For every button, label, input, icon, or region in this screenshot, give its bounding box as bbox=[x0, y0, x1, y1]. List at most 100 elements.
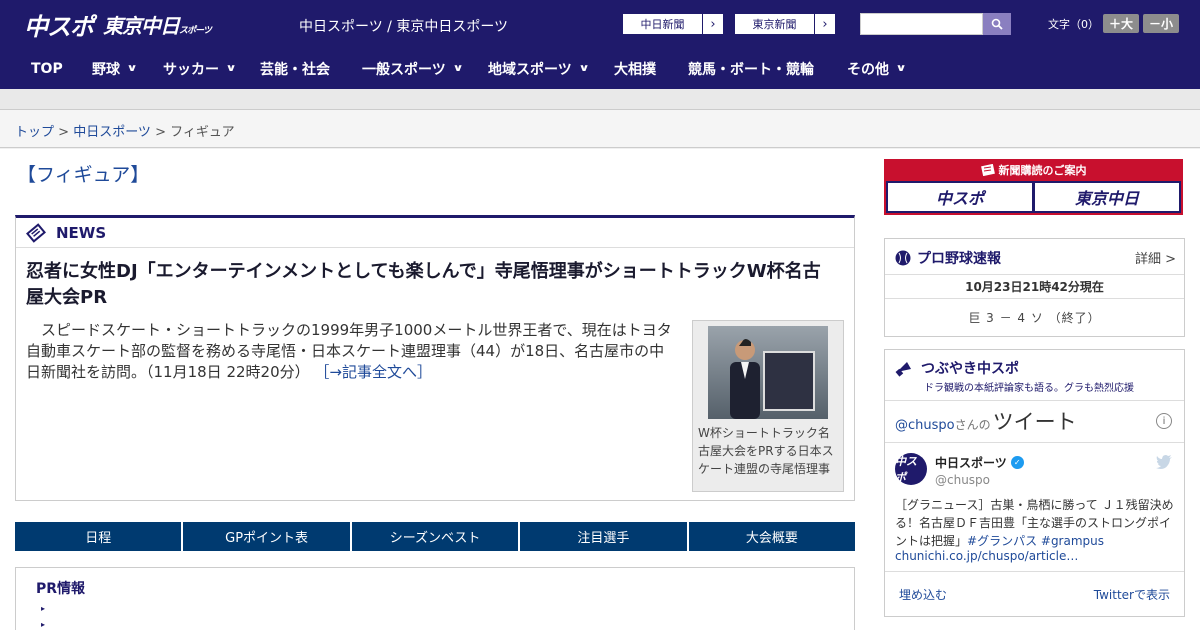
search-input[interactable] bbox=[860, 13, 983, 35]
chevron-down-icon: ∨ bbox=[126, 63, 138, 74]
font-size-label: 文字（0） bbox=[1048, 17, 1099, 31]
nav-label: 一般スポーツ bbox=[362, 61, 446, 78]
nav-item-other[interactable]: その他 ∨ bbox=[847, 48, 907, 89]
breadcrumb-section-link[interactable]: 中日スポーツ bbox=[73, 125, 151, 140]
baseball-detail-link[interactable]: 詳細 > bbox=[1135, 248, 1176, 267]
news-label: NEWS bbox=[56, 223, 107, 242]
nav-label: その他 bbox=[847, 61, 889, 78]
twitter-widget-title-label: つぶやき中スポ bbox=[921, 361, 1019, 377]
nav-item-soccer[interactable]: サッカー ∨ bbox=[163, 48, 237, 89]
twitter-bird-icon[interactable] bbox=[1156, 455, 1172, 469]
pr-title: PR情報 bbox=[36, 581, 86, 597]
tab-gp-points[interactable]: GPポイント表 bbox=[183, 522, 350, 551]
site-title: 中日スポーツ / 東京中日スポーツ bbox=[299, 19, 509, 35]
page-title: 【フィギュア】 bbox=[17, 164, 150, 186]
chevron-down-icon: ∨ bbox=[225, 63, 237, 74]
nav-item-racing[interactable]: 競馬・ボート・競輪 bbox=[688, 48, 814, 89]
nav-label: TOP bbox=[31, 60, 63, 77]
tokyo-newspaper-label: 東京新聞 bbox=[735, 14, 815, 34]
nav-label: サッカー bbox=[163, 61, 219, 78]
divider bbox=[885, 442, 1184, 443]
tweets-heading-label: ツイート bbox=[992, 410, 1077, 434]
tab-season-best[interactable]: シーズンベスト bbox=[351, 522, 519, 551]
search-form bbox=[860, 13, 1011, 35]
twitter-widget-header: つぶやき中スポ ドラ観戦の本紙評論家も語る。グラも熱烈応援 bbox=[895, 358, 1134, 394]
nav-item-entertainment[interactable]: 芸能・社会 bbox=[260, 48, 330, 89]
event-poster bbox=[763, 351, 815, 411]
baseball-score[interactable]: 巨 3 － 4 ソ （終了） bbox=[885, 299, 1184, 335]
site-header: 中スポ 東京中日スポーツ 中日スポーツ / 東京中日スポーツ 中日新聞 › 東京… bbox=[0, 0, 1200, 48]
nav-label: 競馬・ボート・競輪 bbox=[688, 61, 814, 78]
avatar[interactable]: 中スポ bbox=[895, 453, 927, 485]
baseball-scoreboard: プロ野球速報 詳細 > 10月23日21時42分現在 巨 3 － 4 ソ （終了… bbox=[884, 238, 1185, 337]
info-icon[interactable]: i bbox=[1156, 413, 1172, 429]
search-button[interactable] bbox=[983, 13, 1011, 35]
tab-event-overview[interactable]: 大会概要 bbox=[688, 522, 856, 551]
breadcrumb-separator: > bbox=[150, 125, 171, 140]
chevron-right-icon: › bbox=[710, 16, 716, 32]
news-photo-card: W杯ショートトラック名古屋大会をPRする日本スケート連盟の寺尾悟理事 bbox=[692, 320, 844, 492]
font-smaller-button[interactable]: －小 bbox=[1143, 14, 1180, 33]
divider bbox=[885, 400, 1184, 401]
twitter-handle-link[interactable]: @chuspo bbox=[895, 418, 955, 433]
tweets-heading: @chuspo さんの ツイート bbox=[895, 406, 1077, 436]
tweet-account-name[interactable]: 中日スポーツ ✓ bbox=[935, 454, 1024, 471]
font-bigger-button[interactable]: ＋大 bbox=[1103, 14, 1140, 33]
baseball-title-label: プロ野球速報 bbox=[917, 251, 1001, 267]
news-section: NEWS 忍者に女性DJ「エンターテインメントとしても楽しんで」寺尾悟理事がショ… bbox=[15, 215, 855, 501]
nav-item-baseball[interactable]: 野球 ∨ bbox=[92, 48, 138, 89]
chunichi-newspaper-label: 中日新聞 bbox=[623, 14, 703, 34]
nav-label: 地域スポーツ bbox=[488, 61, 572, 78]
nav-spacer bbox=[0, 89, 1200, 110]
tweet-account-handle[interactable]: @chuspo bbox=[935, 473, 990, 487]
logo-tokyo-chunichi: 東京中日スポーツ bbox=[103, 13, 212, 38]
verified-icon: ✓ bbox=[1010, 456, 1024, 469]
breadcrumb: トップ > 中日スポーツ > フィギュア bbox=[15, 121, 235, 140]
news-headline[interactable]: 忍者に女性DJ「エンターテインメントとしても楽しんで」寺尾悟理事がショートトラッ… bbox=[26, 259, 836, 311]
photo-caption: W杯ショートトラック名古屋大会をPRする日本スケート連盟の寺尾悟理事 bbox=[698, 426, 834, 476]
nav-label: 芸能・社会 bbox=[260, 61, 330, 78]
person-figure bbox=[730, 339, 760, 419]
chevron-down-icon: ∨ bbox=[452, 63, 464, 74]
baseball-timestamp: 10月23日21時42分現在 bbox=[885, 275, 1184, 299]
news-photo[interactable] bbox=[708, 326, 828, 419]
tokyo-newspaper-button[interactable]: 東京新聞 › bbox=[734, 13, 836, 35]
nav-item-general-sports[interactable]: 一般スポーツ ∨ bbox=[362, 48, 464, 89]
tweet-link[interactable]: chunichi.co.jp/chuspo/article… bbox=[895, 549, 1078, 563]
section-tabs: 日程 GPポイント表 シーズンベスト 注目選手 大会概要 bbox=[15, 522, 856, 551]
subscription-logos: 中スポ 東京中日 bbox=[886, 181, 1181, 213]
breadcrumb-separator: > bbox=[54, 125, 74, 140]
newspaper-icon bbox=[26, 222, 46, 243]
view-on-twitter-link[interactable]: Twitterで表示 bbox=[1094, 586, 1170, 603]
site-logo[interactable]: 中スポ 東京中日スポーツ bbox=[24, 9, 212, 41]
tab-featured-players[interactable]: 注目選手 bbox=[520, 522, 687, 551]
account-name-label: 中日スポーツ bbox=[935, 456, 1007, 470]
megaphone-icon bbox=[895, 362, 911, 377]
nav-label: 大相撲 bbox=[614, 61, 656, 78]
tokyo-chunichi-logo-button[interactable]: 東京中日 bbox=[1035, 183, 1179, 211]
nav-label: 野球 bbox=[92, 61, 120, 78]
chevron-right-icon: › bbox=[822, 16, 828, 32]
embed-link[interactable]: 埋め込む bbox=[899, 586, 947, 603]
nav-item-top[interactable]: TOP bbox=[31, 48, 63, 89]
chevron-down-icon: ∨ bbox=[895, 63, 907, 74]
twitter-widget-subtitle: ドラ観戦の本紙評論家も語る。グラも熱烈応援 bbox=[924, 383, 1134, 394]
pr-bullet: ▸ bbox=[41, 604, 46, 613]
nav-item-local-sports[interactable]: 地域スポーツ ∨ bbox=[488, 48, 590, 89]
baseball-header: プロ野球速報 詳細 > bbox=[885, 239, 1184, 275]
font-size-control: 文字（0） ＋大 －小 bbox=[1048, 14, 1180, 33]
twitter-widget-title: つぶやき中スポ bbox=[895, 358, 1134, 378]
nav-item-sumo[interactable]: 大相撲 bbox=[614, 48, 656, 89]
tweet-hashtags[interactable]: #グランパス #grampus bbox=[967, 534, 1104, 548]
subscription-banner[interactable]: 新聞購読のご案内 中スポ 東京中日 bbox=[884, 159, 1183, 215]
chuspo-logo-button[interactable]: 中スポ bbox=[888, 183, 1032, 211]
handle-suffix: さんの bbox=[954, 418, 991, 432]
chunichi-newspaper-button[interactable]: 中日新聞 › bbox=[622, 13, 724, 35]
baseball-icon bbox=[895, 250, 911, 266]
news-body: スピードスケート・ショートトラックの1999年男子1000メートル世界王者で、現… bbox=[26, 320, 676, 383]
breadcrumb-home-link[interactable]: トップ bbox=[15, 125, 54, 140]
tab-schedule[interactable]: 日程 bbox=[15, 522, 182, 551]
read-more-link[interactable]: ［→記事全文へ］ bbox=[314, 363, 432, 381]
chevron-down-icon: ∨ bbox=[578, 63, 590, 74]
main-nav: TOP 野球 ∨ サッカー ∨ 芸能・社会 一般スポーツ ∨ 地域スポーツ ∨ 大相撲 … bbox=[0, 48, 1200, 89]
